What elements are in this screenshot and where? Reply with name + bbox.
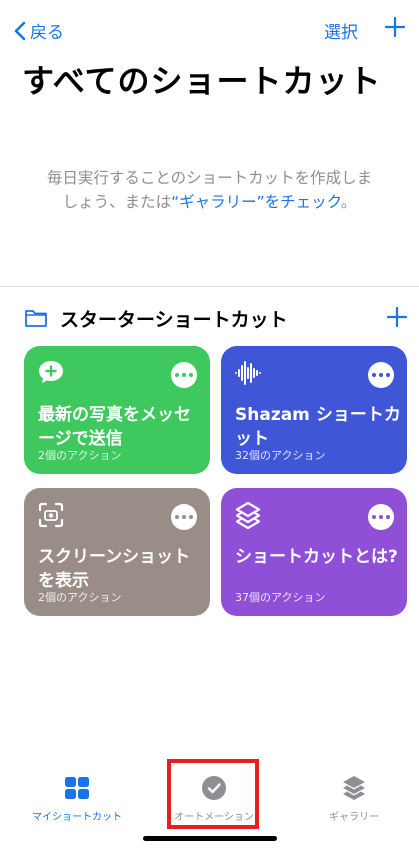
shortcut-card-shazam[interactable]: Shazam ショートカット 32個のアクション bbox=[221, 346, 407, 474]
tab-label: マイショートカット bbox=[32, 812, 122, 823]
annotation-highlight-box bbox=[167, 759, 259, 829]
more-options-button[interactable] bbox=[368, 362, 394, 388]
tab-label: ギャラリー bbox=[329, 812, 379, 823]
empty-text-line-1: 毎日実行することのショートカットを作成しま bbox=[46, 169, 373, 187]
empty-text-line-2: しょう、または bbox=[62, 193, 172, 211]
empty-text-end: 。 bbox=[340, 193, 357, 211]
back-label: 戻る bbox=[30, 23, 64, 43]
shortcuts-layers-icon bbox=[235, 501, 261, 530]
more-options-button[interactable] bbox=[171, 362, 197, 388]
chevron-left-icon bbox=[14, 21, 26, 40]
back-button[interactable]: 戻る bbox=[14, 18, 64, 43]
card-subtitle: 2個のアクション bbox=[38, 449, 122, 462]
gallery-link[interactable]: “ギャラリー”をチェック bbox=[171, 193, 341, 211]
screenshot-icon bbox=[38, 502, 64, 528]
tab-gallery[interactable]: ギャラリー bbox=[294, 774, 414, 823]
shortcut-card-screenshot[interactable]: スクリーンショットを表示 2個のアクション bbox=[24, 488, 210, 616]
shortcut-card-what-are-shortcuts[interactable]: ショートカットとは? 37個のアクション bbox=[221, 488, 407, 616]
card-title: 最新の写真をメッセージで送信 bbox=[38, 405, 191, 449]
add-starter-icon[interactable] bbox=[386, 306, 408, 328]
starter-shortcuts-header: スターターショートカット bbox=[24, 302, 408, 334]
card-subtitle: 37個のアクション bbox=[235, 591, 326, 604]
card-title: スクリーンショットを表示 bbox=[38, 547, 191, 591]
card-subtitle: 2個のアクション bbox=[38, 591, 122, 604]
card-subtitle: 32個のアクション bbox=[235, 449, 326, 462]
card-title: Shazam ショートカット bbox=[235, 405, 401, 449]
folder-icon bbox=[25, 310, 47, 327]
card-title: ショートカットとは? bbox=[235, 547, 398, 567]
tab-my-shortcuts[interactable]: マイショートカット bbox=[17, 774, 137, 823]
navigation-bar: 戻る 選択 bbox=[0, 0, 419, 60]
page-title: すべてのショートカット bbox=[22, 62, 382, 100]
more-options-button[interactable] bbox=[171, 504, 197, 530]
section-title: スターターショートカット bbox=[60, 308, 288, 331]
shortcut-card-send-photo[interactable]: 最新の写真をメッセージで送信 2個のアクション bbox=[24, 346, 210, 474]
more-options-button[interactable] bbox=[368, 504, 394, 530]
grid-icon bbox=[65, 777, 89, 799]
message-plus-icon bbox=[39, 361, 63, 383]
add-shortcut-icon[interactable] bbox=[384, 16, 406, 38]
select-button[interactable]: 選択 bbox=[324, 18, 358, 43]
empty-state-text: 毎日実行することのショートカットを作成しま しょう、または“ギャラリー”をチェッ… bbox=[20, 166, 399, 214]
layers-icon bbox=[343, 776, 365, 800]
section-divider bbox=[0, 286, 419, 287]
home-indicator bbox=[143, 836, 277, 841]
waveform-icon bbox=[235, 361, 261, 385]
